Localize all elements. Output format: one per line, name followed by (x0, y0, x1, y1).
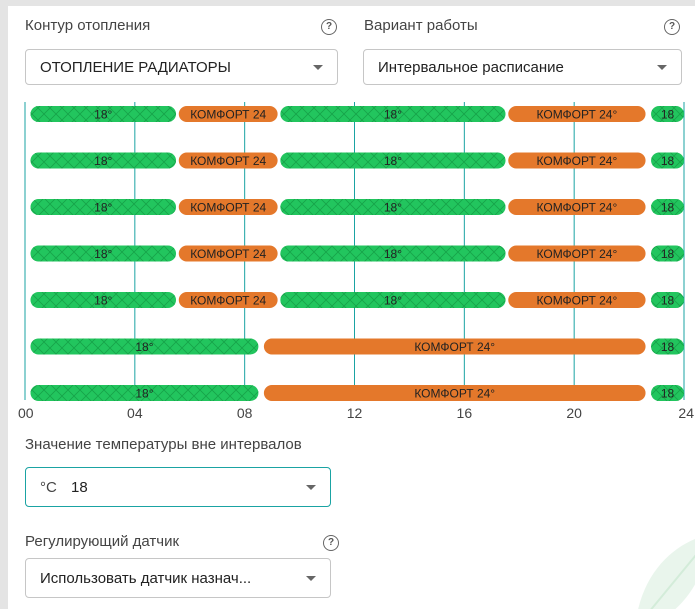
interval-label: 18° (135, 387, 153, 401)
comfort-interval-bar[interactable]: КОМФОРТ 24 (178, 292, 278, 308)
interval-label: КОМФОРТ 24° (537, 154, 618, 168)
comfort-interval-bar[interactable]: КОМФОРТ 24 (178, 245, 278, 262)
leaf-watermark-icon (638, 539, 695, 609)
comfort-interval-bar[interactable]: КОМФОРТ 24° (508, 106, 646, 122)
interval-label: 18° (384, 154, 402, 168)
base-interval-bar[interactable]: 18 (651, 152, 684, 169)
interval-label: 18° (94, 108, 112, 122)
comfort-interval-bar[interactable]: КОМФОРТ 24° (508, 292, 646, 308)
interval-label: 18° (94, 247, 112, 261)
interval-label: 18° (384, 201, 402, 215)
interval-label: 18° (384, 108, 402, 122)
axis-tick-label: 24 (678, 405, 694, 421)
sensor-value: Использовать датчик назнач... (40, 570, 252, 587)
outside-temp-label: Значение температуры вне интервалов (25, 436, 302, 453)
help-icon[interactable]: ? (323, 535, 339, 551)
base-interval-bar[interactable]: 18 (651, 292, 684, 308)
comfort-interval-bar[interactable]: КОМФОРТ 24 (178, 199, 278, 215)
interval-label: 18 (661, 340, 675, 354)
interval-label: КОМФОРТ 24° (537, 201, 618, 215)
interval-label: КОМФОРТ 24 (190, 201, 266, 215)
comfort-interval-bar[interactable]: КОМФОРТ 24° (263, 338, 646, 355)
interval-label: 18° (135, 340, 153, 354)
interval-label: 18° (384, 247, 402, 261)
base-interval-bar[interactable]: 18 (651, 385, 684, 401)
base-interval-bar[interactable]: 18° (280, 199, 506, 215)
base-interval-bar[interactable]: 18° (280, 106, 506, 122)
base-interval-bar[interactable]: 18 (651, 106, 684, 122)
interval-label: 18 (661, 108, 675, 122)
sensor-label: Регулирующий датчик (25, 533, 180, 550)
schedule-timeline: 18° КОМФОРТ 24 18° КОМФОРТ 24° 18 18° КОМФОРТ … (18, 102, 694, 421)
chevron-down-icon (306, 576, 316, 581)
base-interval-bar[interactable]: 18° (280, 292, 506, 308)
interval-label: КОМФОРТ 24 (190, 247, 266, 261)
interval-label: КОМФОРТ 24° (414, 340, 495, 354)
interval-label: КОМФОРТ 24 (190, 154, 266, 168)
base-interval-bar[interactable]: 18° (30, 338, 259, 355)
interval-label: КОМФОРТ 24° (537, 294, 618, 308)
interval-label: 18° (94, 154, 112, 168)
interval-label: 18° (94, 294, 112, 308)
comfort-interval-bar[interactable]: КОМФОРТ 24° (508, 152, 646, 169)
axis-tick-label: 12 (347, 405, 363, 421)
interval-label: КОМФОРТ 24 (190, 294, 266, 308)
axis-tick-label: 16 (457, 405, 473, 421)
axis-tick-label: 20 (566, 405, 582, 421)
comfort-interval-bar[interactable]: КОМФОРТ 24 (178, 106, 278, 122)
interval-label: КОМФОРТ 24° (537, 247, 618, 261)
base-interval-bar[interactable]: 18° (30, 385, 259, 401)
interval-label: 18 (661, 247, 675, 261)
chevron-down-icon (306, 485, 316, 490)
heating-schedule-panel: Контур отопления ? ОТОПЛЕНИЕ РАДИАТОРЫ В… (8, 6, 695, 609)
base-interval-bar[interactable]: 18° (280, 152, 506, 169)
interval-label: КОМФОРТ 24° (414, 387, 495, 401)
interval-label: 18° (384, 294, 402, 308)
base-interval-bar[interactable]: 18° (30, 245, 177, 262)
base-interval-bar[interactable]: 18° (30, 152, 177, 169)
interval-label: КОМФОРТ 24 (190, 108, 266, 122)
interval-label: 18 (661, 154, 675, 168)
temp-value: 18 (71, 479, 88, 496)
base-interval-bar[interactable]: 18 (651, 338, 684, 355)
base-interval-bar[interactable]: 18° (30, 199, 177, 215)
interval-label: КОМФОРТ 24° (537, 108, 618, 122)
comfort-interval-bar[interactable]: КОМФОРТ 24° (508, 199, 646, 215)
axis-tick-label: 08 (237, 405, 253, 421)
comfort-interval-bar[interactable]: КОМФОРТ 24° (508, 245, 646, 262)
interval-label: 18 (661, 294, 675, 308)
base-interval-bar[interactable]: 18° (30, 292, 177, 308)
temp-unit: °C (40, 479, 57, 496)
comfort-interval-bar[interactable]: КОМФОРТ 24° (263, 385, 646, 401)
interval-label: 18 (661, 387, 675, 401)
base-interval-bar[interactable]: 18 (651, 245, 684, 262)
outside-temp-select[interactable]: °C 18 (25, 467, 331, 507)
sensor-select[interactable]: Использовать датчик назнач... (25, 558, 331, 598)
axis-tick-label: 00 (18, 405, 34, 421)
base-interval-bar[interactable]: 18° (280, 245, 506, 262)
axis-tick-label: 04 (127, 405, 143, 421)
base-interval-bar[interactable]: 18° (30, 106, 177, 122)
comfort-interval-bar[interactable]: КОМФОРТ 24 (178, 152, 278, 169)
interval-label: 18° (94, 201, 112, 215)
base-interval-bar[interactable]: 18 (651, 199, 684, 215)
interval-label: 18 (661, 201, 675, 215)
